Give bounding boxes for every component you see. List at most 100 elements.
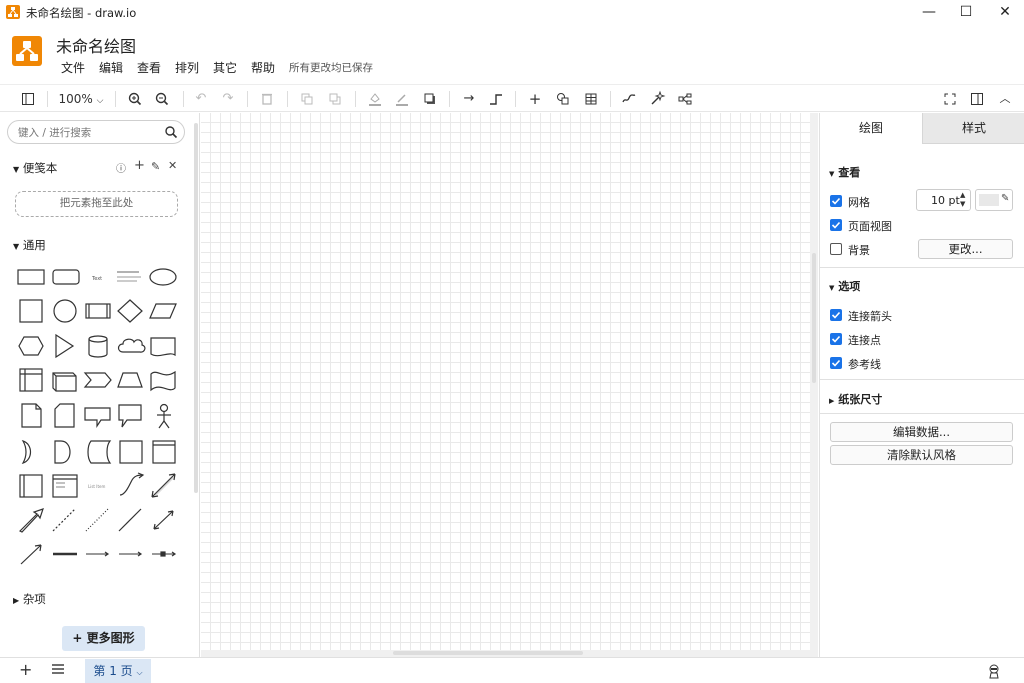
connector-with-two-labels-shape[interactable] xyxy=(119,551,143,557)
misc-section-header[interactable]: ▶ 杂项 xyxy=(13,591,46,607)
internal-storage-shape[interactable] xyxy=(19,368,43,392)
redo-icon[interactable]: ↷ xyxy=(218,89,238,109)
delete-icon[interactable] xyxy=(257,89,277,109)
toggle-format-panel-icon[interactable] xyxy=(967,89,987,109)
add-icon[interactable]: + xyxy=(134,158,145,173)
connector-with-label-shape[interactable] xyxy=(86,551,110,557)
or-shape[interactable] xyxy=(21,439,32,465)
edit-icon[interactable]: ✎ xyxy=(151,160,160,173)
bidirectional-arrow-shape[interactable] xyxy=(151,473,176,498)
canvas-vertical-scrollbar[interactable] xyxy=(812,253,816,383)
dashed-line-shape[interactable] xyxy=(52,508,76,532)
zoom-out-icon[interactable] xyxy=(152,89,172,109)
page-view-checkbox[interactable] xyxy=(830,219,842,234)
connector-with-symbol-shape[interactable] xyxy=(152,551,177,557)
menu-extras[interactable]: 其它 xyxy=(213,59,237,76)
guides-checkbox[interactable] xyxy=(830,357,842,372)
menu-file[interactable]: 文件 xyxy=(61,59,85,76)
process-shape[interactable] xyxy=(85,303,111,319)
tab-style[interactable]: 样式 xyxy=(922,113,1024,144)
sidebar-scrollbar[interactable] xyxy=(194,123,198,493)
directional-connector-shape[interactable] xyxy=(20,544,42,565)
diagram-canvas[interactable] xyxy=(201,113,818,657)
rectangle-shape[interactable] xyxy=(17,269,45,285)
insert-icon[interactable]: + xyxy=(525,89,545,109)
arrow-shape[interactable] xyxy=(18,508,44,533)
swimlane-shape[interactable] xyxy=(152,440,176,464)
edit-data-button[interactable]: 编辑数据... xyxy=(830,422,1013,442)
clear-default-style-button[interactable]: 清除默认风格 xyxy=(830,445,1013,465)
delay-shape[interactable] xyxy=(54,440,71,464)
connection-straight-icon[interactable]: → xyxy=(459,89,479,109)
trapezoid-shape[interactable] xyxy=(117,372,143,388)
scratchpad-header[interactable]: ▼ 便笺本 xyxy=(13,160,57,176)
square-shape[interactable] xyxy=(19,299,43,323)
waypoints-icon[interactable] xyxy=(486,89,506,109)
pages-menu-icon[interactable] xyxy=(51,662,65,676)
step-shape[interactable] xyxy=(83,372,112,388)
hexagon-shape[interactable] xyxy=(18,336,44,356)
note-shape[interactable] xyxy=(21,403,42,428)
zoom-in-icon[interactable] xyxy=(125,89,145,109)
document-title[interactable]: 未命名绘图 xyxy=(56,33,136,57)
container-shape[interactable] xyxy=(119,440,143,464)
curve-shape[interactable] xyxy=(119,472,145,496)
menu-arrange[interactable]: 排列 xyxy=(175,59,199,76)
data-storage-shape[interactable] xyxy=(87,440,112,464)
text-shape[interactable]: Text xyxy=(91,276,102,282)
maximize-button[interactable]: ☐ xyxy=(951,2,981,22)
page-grid[interactable] xyxy=(201,113,810,650)
undo-icon[interactable]: ↶ xyxy=(191,89,211,109)
close-scratchpad-icon[interactable]: ✕ xyxy=(168,159,177,172)
callout-shape[interactable] xyxy=(84,407,111,428)
triangle-shape[interactable] xyxy=(55,333,75,359)
card-shape[interactable] xyxy=(54,403,75,428)
grid-size-input[interactable]: 10 pt ▲ ▼ xyxy=(916,189,971,211)
paper-size-section-header[interactable]: ▶ 纸张尺寸 xyxy=(829,391,882,407)
add-page-icon[interactable]: + xyxy=(19,660,32,679)
grid-color-button[interactable]: ✎ xyxy=(975,189,1013,211)
menu-help[interactable]: 帮助 xyxy=(251,59,275,76)
connection-arrows-checkbox[interactable] xyxy=(830,309,842,324)
connection-points-checkbox[interactable] xyxy=(830,333,842,348)
speech-bubble-shape[interactable] xyxy=(118,404,142,428)
search-icon[interactable] xyxy=(164,125,178,139)
vertical-container-shape[interactable] xyxy=(19,474,43,498)
menu-edit[interactable]: 编辑 xyxy=(99,59,123,76)
options-section-header[interactable]: ▼ 选项 xyxy=(829,278,860,294)
bidirectional-connector-shape[interactable] xyxy=(153,510,174,530)
tab-diagram[interactable]: 绘图 xyxy=(820,113,922,144)
change-background-button[interactable]: 更改... xyxy=(918,239,1013,259)
textbox-shape[interactable] xyxy=(117,271,141,282)
to-back-icon[interactable] xyxy=(325,89,345,109)
format-panel-toggle-icon[interactable] xyxy=(18,89,38,109)
background-checkbox[interactable] xyxy=(830,243,842,258)
cube-shape[interactable] xyxy=(52,372,77,392)
tab-page-1[interactable]: 第 1 页 ⌵ xyxy=(85,659,151,683)
drop-zone[interactable]: 把元素拖至此处 xyxy=(15,191,178,217)
table-icon[interactable] xyxy=(581,89,601,109)
feedback-icon[interactable] xyxy=(986,663,1002,679)
minimize-button[interactable]: — xyxy=(914,2,944,22)
help-icon[interactable]: ⓘ xyxy=(116,160,126,175)
document-shape[interactable] xyxy=(150,337,176,357)
canvas-horizontal-scrollbar[interactable] xyxy=(393,651,583,655)
cloud-shape[interactable] xyxy=(117,338,146,353)
search-input[interactable] xyxy=(18,125,158,141)
cylinder-shape[interactable] xyxy=(88,335,108,358)
zoom-select[interactable]: 100% ⌵ xyxy=(57,89,105,109)
menu-view[interactable]: 查看 xyxy=(137,59,161,76)
to-front-icon[interactable] xyxy=(297,89,317,109)
shapes-icon[interactable] xyxy=(553,89,573,109)
list-shape[interactable] xyxy=(52,474,78,498)
circle-shape[interactable] xyxy=(53,299,77,323)
general-section-header[interactable]: ▼ 通用 xyxy=(13,237,46,253)
actor-shape[interactable] xyxy=(157,403,171,429)
grid-checkbox[interactable] xyxy=(830,195,842,210)
diamond-shape[interactable] xyxy=(117,299,143,323)
list-item-shape[interactable]: List Item xyxy=(88,484,105,489)
dotted-line-shape[interactable] xyxy=(85,508,109,532)
tape-shape[interactable] xyxy=(150,370,176,392)
shadow-icon[interactable] xyxy=(420,89,440,109)
more-shapes-button[interactable]: + 更多图形 xyxy=(62,626,145,651)
